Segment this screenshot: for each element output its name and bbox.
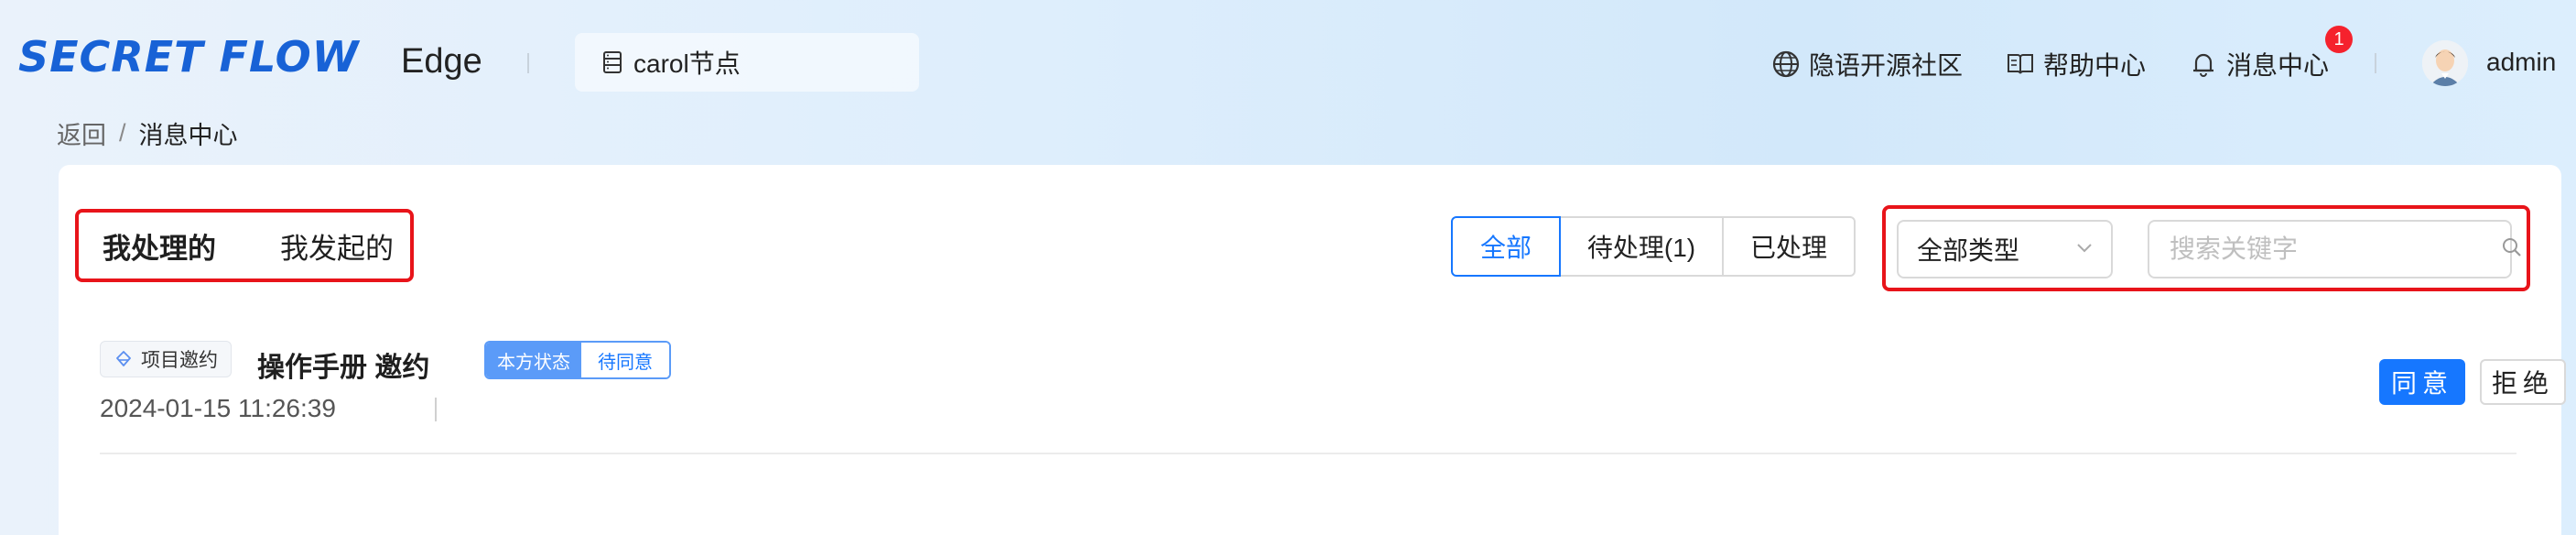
search-icon[interactable] <box>2500 235 2524 264</box>
unread-count-badge: 1 <box>2325 26 2353 53</box>
status-badge-value: 待同意 <box>581 343 669 377</box>
message-type-tag: 项目邀约 <box>100 341 232 377</box>
status-filter-pending[interactable]: 待处理(1) <box>1559 216 1724 277</box>
book-icon <box>2005 49 2036 80</box>
message-type-select[interactable]: 全部类型 <box>1897 220 2113 278</box>
project-icon <box>114 349 134 369</box>
status-filter-all[interactable]: 全部 <box>1451 216 1561 277</box>
chevron-down-icon <box>2074 235 2094 264</box>
message-title[interactable]: 操作手册 邀约 <box>257 344 429 385</box>
app-name: Edge <box>401 42 482 81</box>
agree-button[interactable]: 同意 <box>2379 359 2465 405</box>
tab-initiated-by-me[interactable]: 我发起的 <box>280 225 394 267</box>
status-badge-label: 本方状态 <box>486 343 581 377</box>
search-input[interactable] <box>2170 235 2500 264</box>
server-icon <box>599 49 626 76</box>
nav-messages-label: 消息中心 <box>2226 51 2330 80</box>
nav-messages[interactable]: 消息中心 <box>2188 46 2329 82</box>
user-avatar[interactable] <box>2422 40 2468 86</box>
list-divider <box>100 453 2516 454</box>
message-direction-tabs: 我处理的 我发起的 <box>75 209 414 282</box>
status-filter-processed[interactable]: 已处理 <box>1722 216 1856 277</box>
nav-help-label: 帮助中心 <box>2043 51 2147 80</box>
type-and-search-filters: 全部类型 <box>1882 205 2530 291</box>
secretflow-logo[interactable]: SECRET FLOW <box>18 32 360 82</box>
nav-community[interactable]: 隐语开源社区 <box>1770 46 1963 82</box>
node-label: carol节点 <box>633 49 741 78</box>
nav-community-label: 隐语开源社区 <box>1809 51 1964 80</box>
breadcrumb: 返回 / 消息中心 <box>57 115 238 151</box>
globe-icon <box>1770 49 1802 80</box>
header-divider <box>527 53 529 73</box>
status-filter-segmented: 全部 待处理(1) 已处理 <box>1451 216 1856 277</box>
keyword-search[interactable] <box>2148 220 2521 278</box>
bell-icon <box>2188 49 2219 80</box>
message-type-select-value: 全部类型 <box>1917 236 2020 265</box>
message-timestamp: 2024-01-15 11:26:39 <box>100 394 336 422</box>
reject-button[interactable]: 拒绝 <box>2480 359 2566 405</box>
breadcrumb-current: 消息中心 <box>138 122 238 149</box>
status-badge: 本方状态 待同意 <box>484 341 671 379</box>
top-navigation-bar: SECRET FLOW Edge carol节点 隐语开源社区 帮助中心 消息中… <box>0 5 2576 112</box>
breadcrumb-back-link[interactable]: 返回 <box>57 115 106 151</box>
timestamp-separator <box>435 398 437 421</box>
nav-help[interactable]: 帮助中心 <box>2005 46 2146 82</box>
tab-handled-by-me[interactable]: 我处理的 <box>103 225 216 267</box>
user-name[interactable]: admin <box>2486 48 2556 77</box>
header-divider-right <box>2375 53 2376 73</box>
breadcrumb-separator: / <box>119 119 126 147</box>
message-center-card: 我处理的 我发起的 全部 待处理(1) 已处理 全部类型 项目邀约 操作手册 <box>59 165 2566 535</box>
message-type-label: 项目邀约 <box>141 350 218 371</box>
node-selector[interactable]: carol节点 <box>575 33 919 92</box>
